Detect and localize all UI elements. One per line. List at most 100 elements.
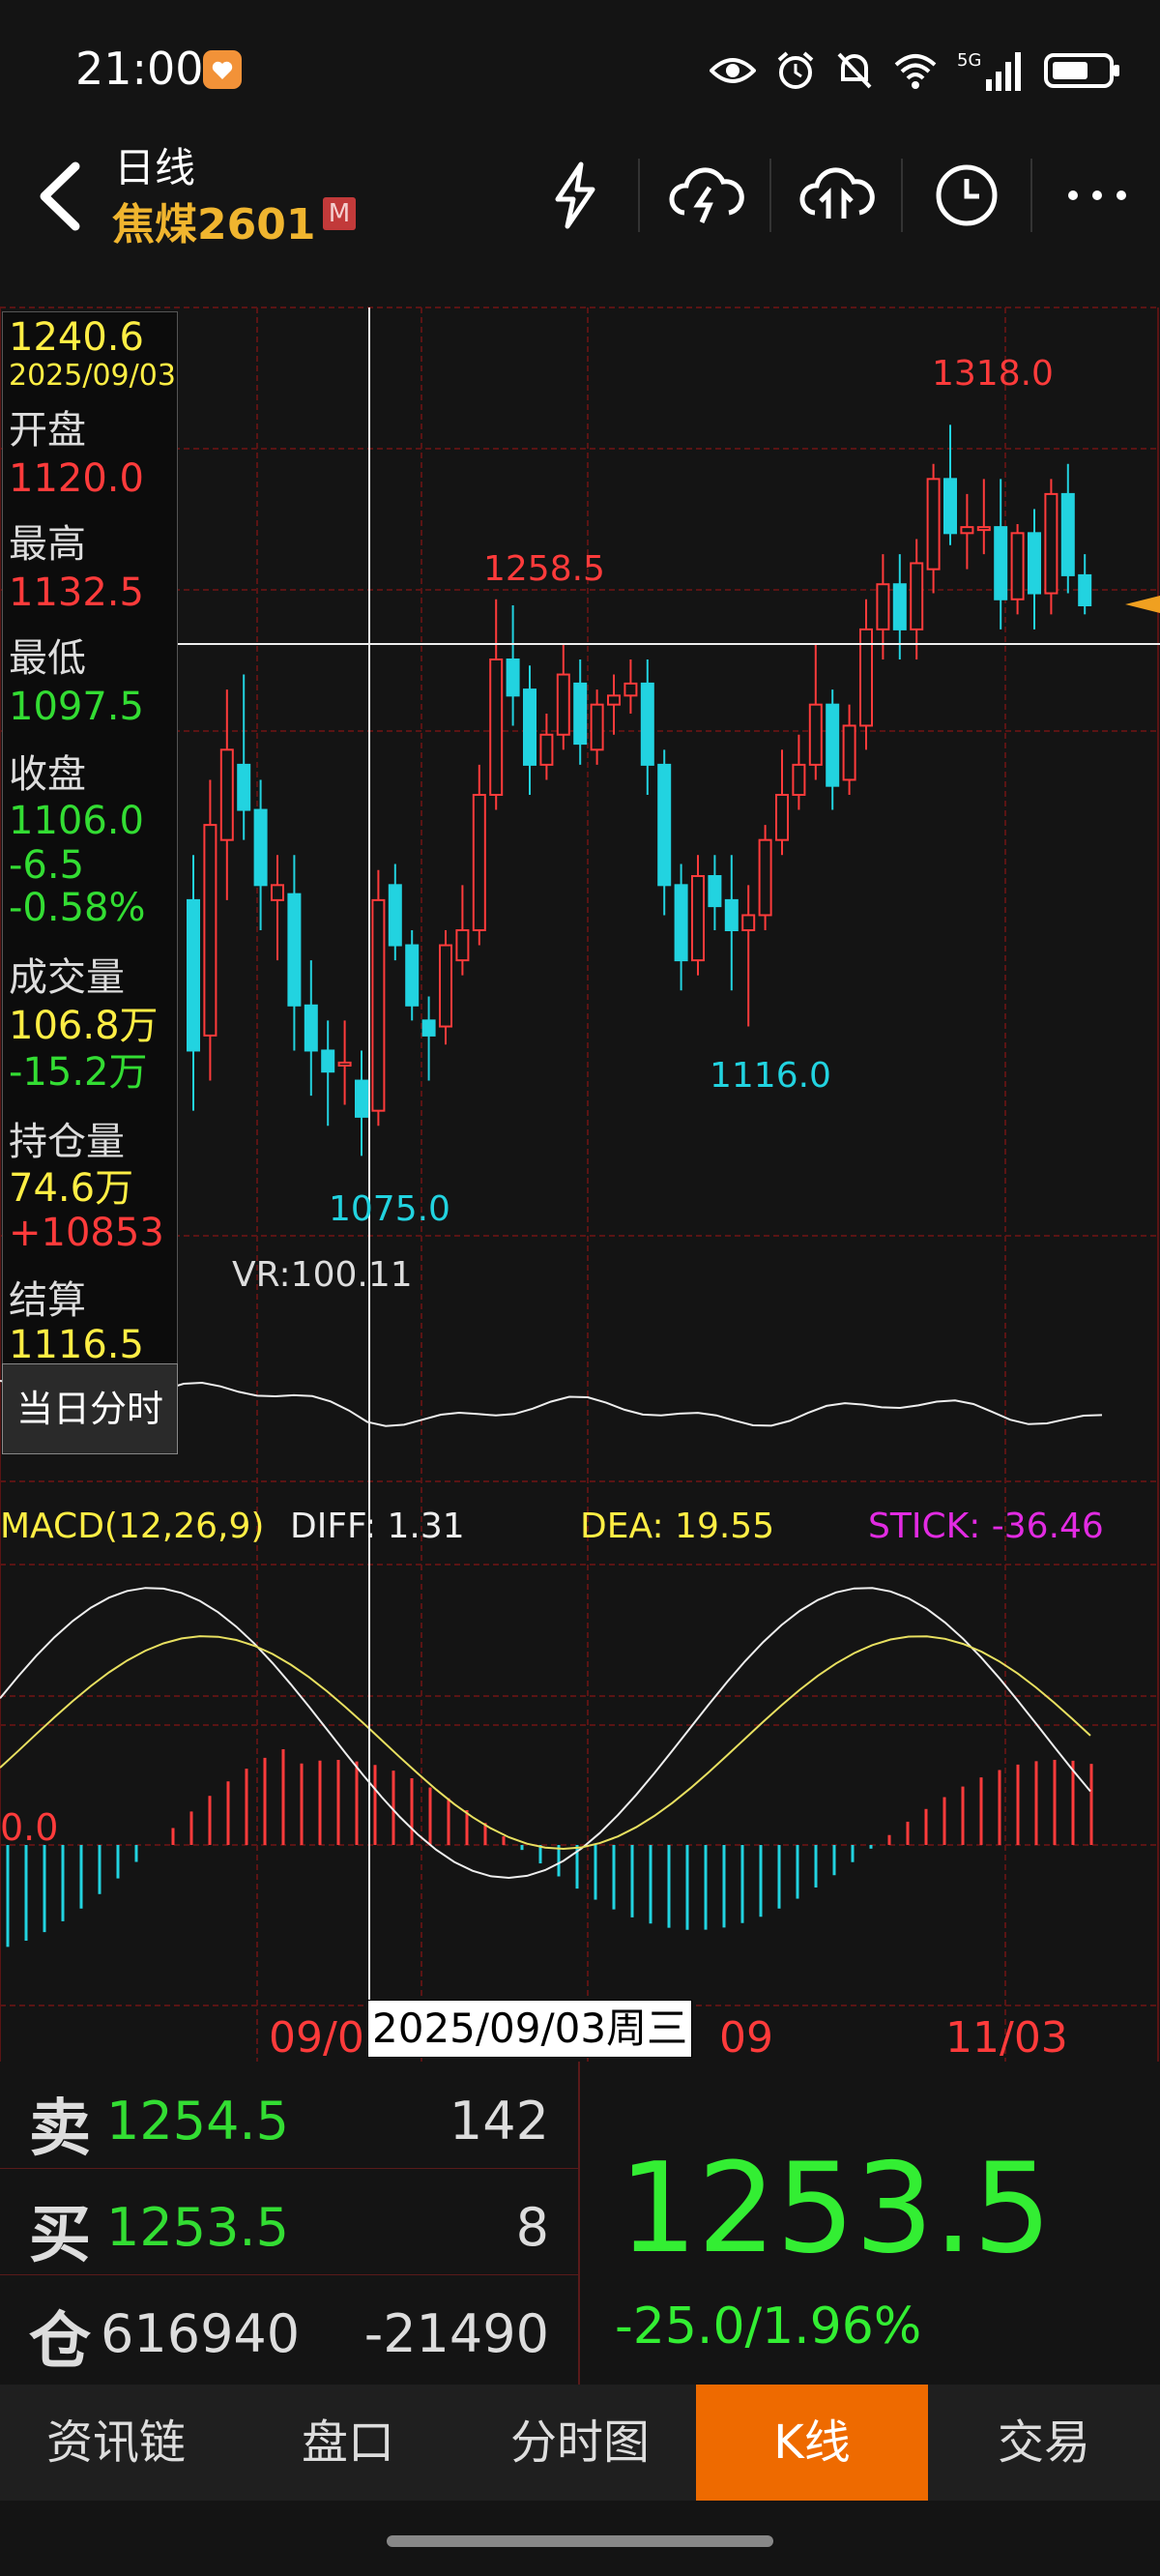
candle-body	[287, 893, 302, 1007]
candle-body	[624, 682, 638, 697]
x-axis-left: 09/0	[269, 2013, 364, 2063]
candle-body	[724, 898, 739, 932]
notification-badge-icon	[203, 50, 242, 89]
intraday-button[interactable]: 当日分时	[2, 1363, 178, 1454]
position-label: 仓	[29, 2306, 91, 2378]
home-indicator[interactable]	[387, 2535, 773, 2547]
candle-body	[775, 794, 789, 841]
tab-kline[interactable]: K线	[696, 2385, 928, 2501]
macd-label: MACD(12,26,9)	[0, 1507, 265, 1546]
clock-time: 21:00	[75, 43, 204, 95]
candle-body	[1044, 492, 1058, 595]
high-value: 1132.5	[9, 571, 144, 615]
battery-icon	[1044, 53, 1119, 88]
period-label: 日线	[114, 144, 196, 191]
candle-body	[876, 583, 890, 630]
sell-label: 卖	[29, 2093, 91, 2165]
buy-row[interactable]: 买 1253.5 8	[0, 2168, 578, 2275]
macd-zero-label: 0.0	[0, 1806, 59, 1849]
status-icons: 5G	[710, 46, 1121, 95]
signal-5g-icon: 5G	[957, 50, 1021, 91]
last-price: 1253.5	[619, 2137, 1052, 2281]
ohlc-info-panel: 1240.6 2025/09/03 开盘 1120.0 最高 1132.5 最低…	[2, 311, 178, 1367]
candle-body	[926, 478, 941, 571]
oi-label: 持仓量	[9, 1120, 125, 1164]
candles	[187, 424, 1092, 1156]
candle-body	[455, 929, 470, 962]
candle-body	[976, 526, 991, 532]
lightning-icon[interactable]	[527, 147, 624, 244]
low-label: 最低	[9, 636, 86, 681]
candle-body	[960, 526, 974, 535]
position-value: 616940	[101, 2303, 301, 2364]
candle-body	[1028, 532, 1041, 595]
candle-body	[472, 794, 486, 931]
tab-trade[interactable]: 交易	[928, 2385, 1160, 2501]
candle-body	[439, 944, 452, 1028]
tab-time-sharing[interactable]: 分时图	[464, 2385, 696, 2501]
candle-body	[355, 1079, 368, 1118]
volume-change: -15.2万	[9, 1050, 148, 1095]
candle-body	[657, 763, 672, 887]
tab-news-chain[interactable]: 资讯链	[0, 2385, 232, 2501]
cloud-upload-icon[interactable]	[788, 147, 884, 244]
wifi-icon	[894, 54, 937, 89]
buy-label: 买	[29, 2200, 91, 2271]
candle-body	[271, 884, 284, 901]
candle-body	[489, 659, 504, 796]
candle-body	[1010, 532, 1025, 600]
divider	[578, 2062, 580, 2385]
diff-label: DIFF: 1.31	[290, 1507, 465, 1546]
candle-body	[304, 1004, 318, 1052]
header-bar: 日线 焦煤2601 M	[0, 135, 1160, 259]
volume-label: 成交量	[9, 955, 125, 1000]
dea-label: DEA: 19.55	[580, 1507, 775, 1546]
vr-label: VR:100.11	[232, 1255, 413, 1295]
tab-order-book[interactable]: 盘口	[232, 2385, 464, 2501]
candle-body	[237, 763, 251, 811]
position-row: 仓 616940 -21490	[0, 2274, 578, 2381]
eye-icon	[710, 58, 756, 83]
candle-body	[640, 682, 654, 766]
candle-body	[674, 884, 688, 962]
candle-body	[219, 748, 234, 841]
bottom-tab-bar: 资讯链 盘口 分时图 K线 交易	[0, 2385, 1160, 2501]
settle-value: 1116.5	[9, 1323, 144, 1367]
candle-body	[708, 875, 722, 908]
more-icon[interactable]	[1049, 147, 1146, 244]
open-value: 1120.0	[9, 456, 144, 501]
candle-body	[808, 703, 823, 766]
last-price-arrow-icon	[1125, 596, 1160, 617]
sell-row[interactable]: 卖 1254.5 142	[0, 2062, 578, 2169]
candle-body	[826, 703, 840, 787]
candle-body	[994, 526, 1008, 600]
buy-volume: 8	[515, 2197, 549, 2258]
cursor-date: 2025/09/03	[9, 359, 176, 393]
oi-value: 74.6万	[9, 1166, 134, 1211]
low-mark-1: 1075.0	[329, 1189, 450, 1229]
low-mark-2: 1116.0	[710, 1056, 831, 1096]
candle-body	[556, 673, 570, 736]
status-bar: 21:00 5G	[0, 0, 1160, 135]
back-icon[interactable]	[19, 153, 106, 240]
buy-price: 1253.5	[106, 2197, 289, 2258]
alarm-icon	[777, 51, 814, 89]
high-mark-2: 1318.0	[932, 354, 1054, 394]
symbol-title[interactable]: 焦煤2601	[112, 190, 315, 251]
x-axis-right: 11/03	[945, 2013, 1068, 2063]
cursor-price: 1240.6	[9, 315, 144, 360]
candle-body	[792, 763, 806, 796]
cursor-date-label: 2025/09/03周三	[367, 2000, 693, 2058]
candle-body	[590, 703, 604, 751]
main-contract-badge: M	[323, 197, 356, 230]
x-axis-mid: 09	[719, 2013, 773, 2063]
candle-body	[371, 898, 386, 1112]
close-value: 1106.0	[9, 799, 144, 843]
position-change: -21490	[363, 2303, 549, 2364]
candle-body	[421, 1019, 436, 1037]
candle-body	[321, 1049, 335, 1073]
clock-icon[interactable]	[918, 147, 1015, 244]
candle-body	[187, 898, 200, 1052]
candle-body	[910, 562, 924, 630]
cloud-download-icon[interactable]	[657, 147, 754, 244]
